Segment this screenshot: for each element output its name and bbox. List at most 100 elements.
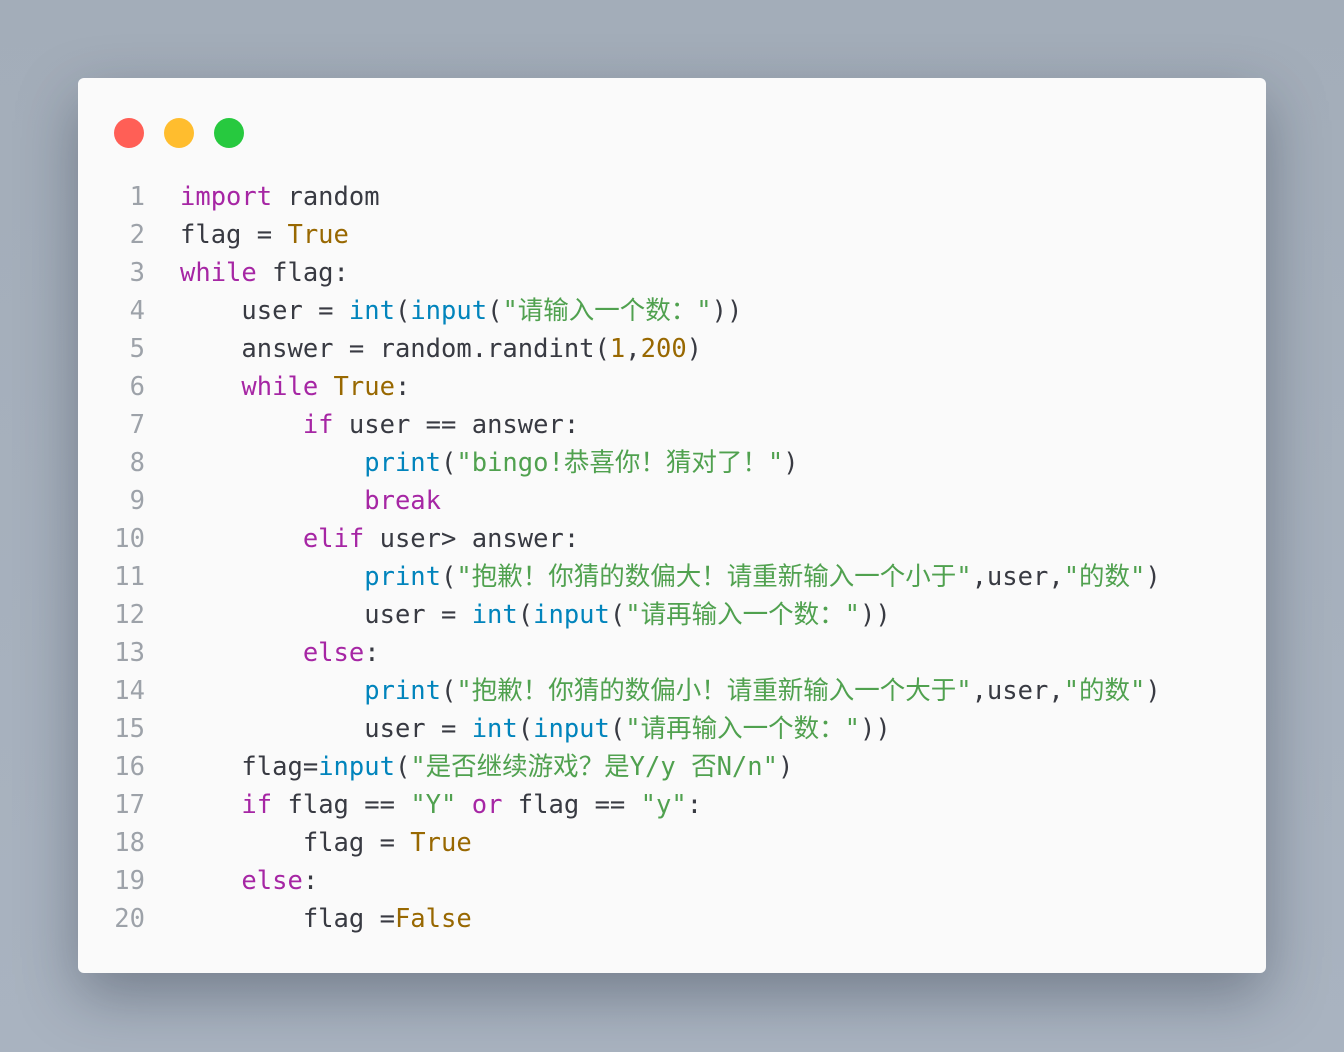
builtin-token: input: [410, 296, 488, 326]
text-token: ): [1145, 562, 1161, 592]
text-token: flag =: [302, 904, 395, 934]
keyword-token: if: [241, 790, 273, 820]
line-number: 11: [114, 562, 145, 592]
line-number: 3: [129, 258, 145, 288]
line-number: 18: [114, 828, 145, 858]
code-line: 1 import random: [78, 178, 1266, 216]
code-line: 19 else:: [78, 862, 1266, 900]
code-line: 5 answer = random.randint(1,200): [78, 330, 1266, 368]
line-number: 4: [129, 296, 145, 326]
code-text: import random: [180, 178, 380, 216]
keyword-token: else: [302, 638, 365, 668]
code-line: 10 elif user> answer:: [78, 520, 1266, 558]
text-token: flag ==: [272, 790, 411, 820]
line-number: 2: [129, 220, 145, 250]
keyword-token: if: [302, 410, 334, 440]
close-button[interactable]: [114, 118, 144, 148]
code-text: elif user> answer:: [180, 520, 579, 558]
code-text: flag=input("是否继续游戏？是Y/y 否N/n"): [180, 748, 793, 786]
code-text: user = int(input("请再输入一个数：")): [180, 596, 890, 634]
keyword-token: while: [241, 372, 319, 402]
code-line: 4 user = int(input("请输入一个数：")): [78, 292, 1266, 330]
zoom-button[interactable]: [214, 118, 244, 148]
string-token: "bingo!恭喜你！猜对了！": [456, 448, 784, 478]
code-line: 13 else:: [78, 634, 1266, 672]
text-token: (: [441, 562, 457, 592]
code-text: print("抱歉！你猜的数偏大！请重新输入一个小于",user,"的数"): [180, 558, 1161, 596]
code-window: 1 import random 2 flag = True 3 while flag: 4 …: [78, 78, 1266, 973]
string-token: "请再输入一个数：": [625, 600, 860, 630]
string-token: "Y": [410, 790, 457, 820]
code-text: while flag:: [180, 254, 349, 292]
text-token: (: [487, 296, 503, 326]
code-text: while True:: [180, 368, 410, 406]
code-text: else:: [180, 634, 380, 672]
code-text: answer = random.randint(1,200): [180, 330, 702, 368]
builtin-token: int: [471, 600, 518, 630]
code-line: 17 if flag == "Y" or flag == "y":: [78, 786, 1266, 824]
line-number: 6: [129, 372, 145, 402]
line-number: 5: [129, 334, 145, 364]
keyword-token: while: [180, 258, 257, 288]
string-token: "是否继续游戏？是Y/y 否N/n": [410, 752, 778, 782]
text-token: ): [686, 334, 703, 364]
keyword-token: import: [180, 182, 273, 212]
text-token: ,: [625, 334, 641, 364]
text-token: :: [364, 638, 380, 668]
line-number: 17: [114, 790, 145, 820]
string-token: "请再输入一个数：": [625, 714, 860, 744]
code-line: 2 flag = True: [78, 216, 1266, 254]
number-token: True: [333, 372, 395, 402]
minimize-button[interactable]: [164, 118, 194, 148]
text-token: ,user,: [971, 676, 1064, 706]
code-line: 15 user = int(input("请再输入一个数：")): [78, 710, 1266, 748]
code-line: 8 print("bingo!恭喜你！猜对了！"): [78, 444, 1266, 482]
text-token: flag=: [241, 752, 319, 782]
number-token: True: [410, 828, 472, 858]
line-number: 7: [129, 410, 145, 440]
code-text: print("bingo!恭喜你！猜对了！"): [180, 444, 799, 482]
code-line: 6 while True:: [78, 368, 1266, 406]
string-token: "的数": [1063, 562, 1146, 592]
line-number: 10: [114, 524, 145, 554]
code-line: 14 print("抱歉！你猜的数偏小！请重新输入一个大于",user,"的数"…: [78, 672, 1266, 710]
string-token: "抱歉！你猜的数偏小！请重新输入一个大于": [456, 676, 972, 706]
text-token: :: [686, 790, 703, 820]
code-line: 12 user = int(input("请再输入一个数：")): [78, 596, 1266, 634]
text-token: :: [302, 866, 319, 896]
code-text: flag = True: [180, 216, 349, 254]
text-token: user =: [364, 714, 472, 744]
line-number: 12: [114, 600, 145, 630]
keyword-token: break: [364, 486, 441, 516]
text-token: ,user,: [971, 562, 1064, 592]
code-text: else:: [180, 862, 318, 900]
text-token: (: [441, 676, 457, 706]
text-token: flag =: [302, 828, 411, 858]
line-number: 19: [114, 866, 145, 896]
text-token: flag ==: [502, 790, 641, 820]
code-line: 20 flag =False: [78, 900, 1266, 938]
text-token: (: [517, 600, 534, 630]
text-token: (: [609, 600, 626, 630]
builtin-token: input: [318, 752, 395, 782]
text-token: ): [783, 448, 799, 478]
builtin-token: print: [364, 676, 441, 706]
number-token: False: [394, 904, 472, 934]
text-token: (: [441, 448, 457, 478]
text-token: ): [1145, 676, 1161, 706]
text-token: user =: [241, 296, 349, 326]
builtin-token: print: [364, 448, 441, 478]
text-token: answer = random.randint(: [241, 334, 610, 364]
text-token: flag:: [256, 258, 349, 288]
keyword-token: else: [241, 866, 303, 896]
line-number: 9: [129, 486, 145, 516]
